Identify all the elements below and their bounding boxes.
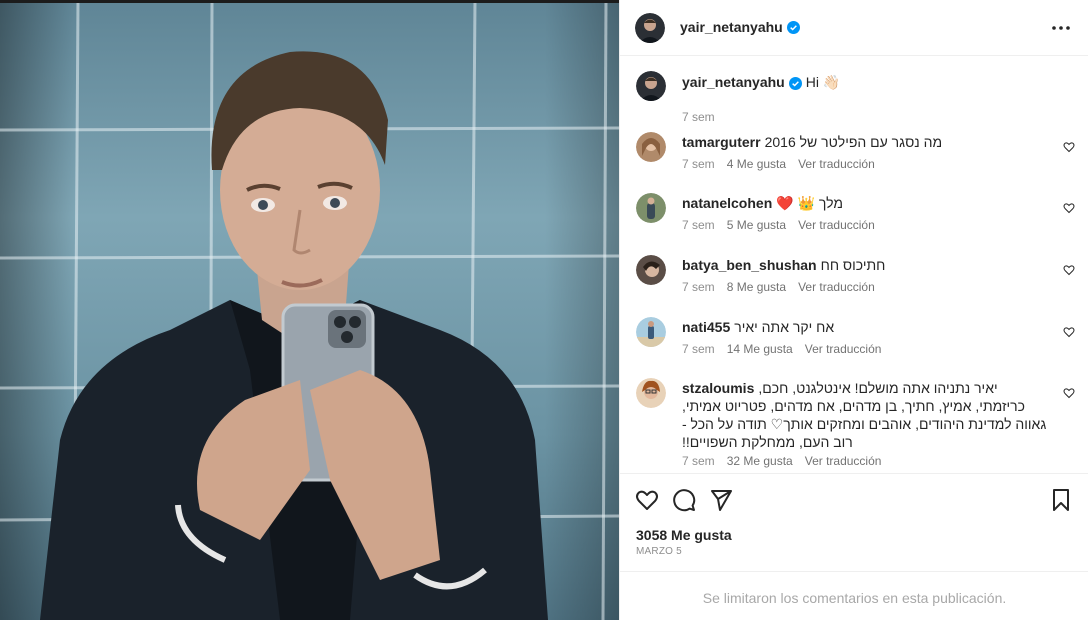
translate-link[interactable]: Ver traducción <box>805 342 882 356</box>
translate-link[interactable]: Ver traducción <box>798 218 875 232</box>
likes-count[interactable]: 3058 Me gusta <box>636 527 732 543</box>
author-name-row: yair_netanyahu <box>680 19 800 35</box>
translate-link[interactable]: Ver traducción <box>805 454 882 468</box>
comment-time[interactable]: 7 sem <box>682 342 715 356</box>
author-avatar[interactable] <box>635 13 665 43</box>
comments-limited-notice: Se limitaron los comentarios en esta pub… <box>620 571 1088 620</box>
comment-username[interactable]: batya_ben_shushan <box>682 257 817 273</box>
bookmark-icon[interactable] <box>1049 488 1073 512</box>
comment-text: מלך 👑 ❤️ <box>776 195 843 211</box>
post-photo[interactable] <box>0 0 619 620</box>
comment-username[interactable]: natanelcohen <box>682 195 772 211</box>
comment-time[interactable]: 7 sem <box>682 280 715 294</box>
caption-text: Hi 👋🏻 <box>805 74 841 90</box>
commenter-avatar[interactable] <box>636 193 666 223</box>
comment-likes[interactable]: 4 Me gusta <box>727 157 786 171</box>
comment-item: stzaloumis יאיר נתניהו אתה מושלם! אינטלגנ… <box>620 378 1088 473</box>
post-date[interactable]: MARZO 5 <box>636 546 682 557</box>
commenter-avatar[interactable] <box>636 255 666 285</box>
comment-username[interactable]: stzaloumis <box>682 380 754 396</box>
author-username[interactable]: yair_netanyahu <box>680 19 783 35</box>
heart-icon[interactable] <box>1063 326 1075 338</box>
comment-item: nati455 אח יקר אתה יאיר 7 sem 14 Me gusta… <box>620 317 1088 373</box>
heart-icon[interactable] <box>635 488 659 512</box>
caption-username[interactable]: yair_netanyahu <box>682 74 785 90</box>
translate-link[interactable]: Ver traducción <box>798 157 875 171</box>
comment-text: אח יקר אתה יאיר <box>734 319 835 335</box>
comment-item: tamarguterr מה נסגר עם הפילטר של 2016 7 s… <box>620 132 1088 188</box>
selfie-illustration <box>0 0 619 620</box>
translate-link[interactable]: Ver traducción <box>798 280 875 294</box>
caption-time[interactable]: 7 sem <box>682 110 715 124</box>
comment-time[interactable]: 7 sem <box>682 218 715 232</box>
post-actions: 3058 Me gusta MARZO 5 <box>620 473 1088 571</box>
comments-list[interactable]: yair_netanyahu Hi 👋🏻 7 sem tamarguterr מה … <box>620 57 1088 473</box>
heart-icon[interactable] <box>1063 141 1075 153</box>
comment-username[interactable]: tamarguterr <box>682 134 761 150</box>
heart-icon[interactable] <box>1063 264 1075 276</box>
post-side-panel: yair_netanyahu yair_netanyahu Hi 👋🏻 7 sem… <box>619 0 1088 620</box>
comment-text: מה נסגר עם הפילטר של 2016 <box>764 134 943 150</box>
comment-time[interactable]: 7 sem <box>682 157 715 171</box>
commenter-avatar[interactable] <box>636 317 666 347</box>
comment-item: batya_ben_shushan חתיכוס חח 7 sem 8 Me gu… <box>620 255 1088 311</box>
comment-likes[interactable]: 14 Me gusta <box>727 342 793 356</box>
commenter-avatar[interactable] <box>636 132 666 162</box>
comment-username[interactable]: nati455 <box>682 319 730 335</box>
photo-top-border <box>0 0 619 3</box>
post-header: yair_netanyahu <box>620 0 1088 56</box>
commenter-avatar[interactable] <box>636 378 666 408</box>
more-horizontal-icon[interactable] <box>1051 18 1071 38</box>
comment-likes[interactable]: 32 Me gusta <box>727 454 793 468</box>
comment-item: natanelcohen מלך 👑 ❤️ 7 sem 5 Me gusta Ve… <box>620 193 1088 249</box>
verified-badge-icon <box>788 76 802 90</box>
comment-time[interactable]: 7 sem <box>682 454 715 468</box>
comment-icon[interactable] <box>672 488 696 512</box>
caption: yair_netanyahu Hi 👋🏻 7 sem <box>620 71 1088 127</box>
caption-avatar[interactable] <box>636 71 666 101</box>
comment-likes[interactable]: 5 Me gusta <box>727 218 786 232</box>
heart-icon[interactable] <box>1063 387 1075 399</box>
share-icon[interactable] <box>709 488 733 512</box>
comment-text: חתיכוס חח <box>820 257 886 273</box>
heart-icon[interactable] <box>1063 202 1075 214</box>
comment-likes[interactable]: 8 Me gusta <box>727 280 786 294</box>
verified-badge-icon <box>786 20 800 34</box>
